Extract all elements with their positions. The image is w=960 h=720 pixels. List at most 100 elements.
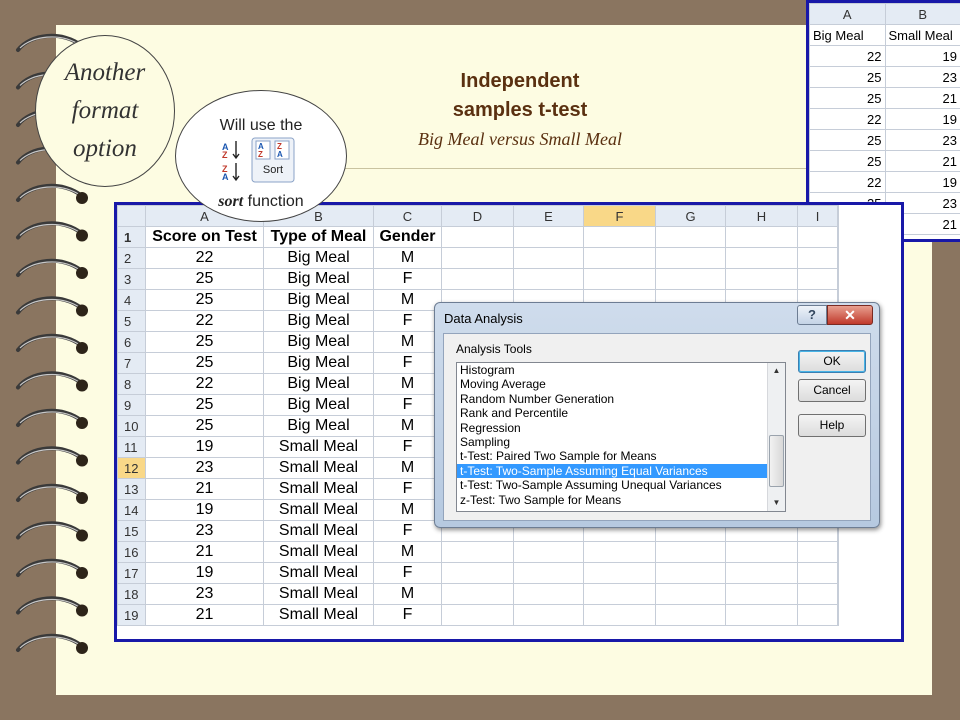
cell[interactable] [655,541,726,563]
cell[interactable] [583,247,656,269]
column-header[interactable]: D [441,205,514,227]
cell[interactable]: Big Meal [263,373,374,395]
row-header[interactable]: 15 [117,520,146,542]
cell[interactable]: Big Meal [263,310,374,332]
cell[interactable]: 25 [145,268,264,290]
cell[interactable] [513,562,584,584]
select-all-corner[interactable] [117,205,146,227]
cell[interactable]: 21 [145,478,264,500]
cell[interactable] [797,541,838,563]
cell[interactable]: 25 [809,87,886,109]
row-header[interactable]: 1 [117,226,146,248]
cell[interactable]: 21 [145,604,264,626]
cell[interactable]: F [373,604,442,626]
cell[interactable]: F [373,394,442,416]
cell[interactable]: 23 [884,66,960,88]
list-item[interactable]: t-Test: Two-Sample Assuming Equal Varian… [457,463,785,479]
column-header[interactable]: C [373,205,442,227]
row-header[interactable]: 19 [117,604,146,626]
list-item[interactable]: Random Number Generation [457,392,785,406]
cell[interactable]: F [373,520,442,542]
row-header[interactable]: 3 [117,268,146,290]
cell[interactable]: Type of Meal [263,226,374,248]
cell[interactable]: 22 [145,247,264,269]
cell[interactable] [513,226,584,248]
cell[interactable] [513,583,584,605]
cell[interactable] [837,562,839,584]
cell[interactable] [441,562,514,584]
cell[interactable] [655,247,726,269]
cell[interactable]: Big Meal [263,247,374,269]
cell[interactable] [725,268,798,290]
list-item[interactable]: t-Test: Paired Two Sample for Means [457,449,785,463]
scroll-thumb[interactable] [769,435,784,487]
cell[interactable]: Big Meal [809,24,886,46]
cell[interactable]: Small Meal [263,562,374,584]
cell[interactable] [441,268,514,290]
cell[interactable] [655,268,726,290]
cell[interactable] [513,247,584,269]
cell[interactable]: M [373,499,442,521]
cell[interactable] [441,247,514,269]
ok-button[interactable]: OK [798,350,866,373]
cell[interactable]: Score on Test [145,226,264,248]
row-header[interactable]: 12 [117,457,146,479]
cell[interactable] [583,562,656,584]
cell[interactable]: M [373,583,442,605]
row-header[interactable]: 7 [117,352,146,374]
cell[interactable]: 22 [145,310,264,332]
cell[interactable] [655,583,726,605]
list-item[interactable]: Moving Average [457,377,785,391]
cell[interactable]: Small Meal [884,24,960,46]
cancel-button[interactable]: Cancel [798,379,866,402]
cell[interactable]: Big Meal [263,352,374,374]
row-header[interactable]: 11 [117,436,146,458]
cell[interactable]: M [373,457,442,479]
cell[interactable]: 25 [809,66,886,88]
cell[interactable] [583,583,656,605]
cell[interactable]: M [373,331,442,353]
row-header[interactable]: 5 [117,310,146,332]
column-header[interactable]: B [884,3,960,25]
cell[interactable]: 21 [884,87,960,109]
cell[interactable]: M [373,415,442,437]
cell[interactable] [655,226,726,248]
cell[interactable] [837,268,839,290]
cell[interactable]: Big Meal [263,415,374,437]
list-item[interactable]: Sampling [457,435,785,449]
close-icon[interactable]: ✕ [827,305,873,325]
column-header[interactable]: F [583,205,656,227]
scroll-down-icon[interactable]: ▼ [768,495,785,511]
cell[interactable] [513,541,584,563]
cell[interactable]: 19 [145,562,264,584]
row-header[interactable]: 4 [117,289,146,311]
column-header[interactable]: E [513,205,584,227]
cell[interactable] [583,541,656,563]
cell[interactable] [441,226,514,248]
row-header[interactable]: 14 [117,499,146,521]
cell[interactable]: 19 [884,171,960,193]
cell[interactable]: Gender [373,226,442,248]
cell[interactable]: Small Meal [263,541,374,563]
list-item[interactable]: Rank and Percentile [457,406,785,420]
cell[interactable]: Small Meal [263,520,374,542]
cell[interactable]: Small Meal [263,499,374,521]
cell[interactable]: 22 [809,108,886,130]
cell[interactable]: M [373,289,442,311]
cell[interactable] [797,604,838,626]
cell[interactable] [837,541,839,563]
cell[interactable]: 23 [145,520,264,542]
cell[interactable] [513,604,584,626]
cell[interactable] [797,583,838,605]
column-header[interactable]: H [725,205,798,227]
list-item[interactable]: t-Test: Two-Sample Assuming Unequal Vari… [457,478,785,492]
row-header[interactable]: 16 [117,541,146,563]
cell[interactable]: Small Meal [263,457,374,479]
cell[interactable]: 22 [145,373,264,395]
cell[interactable] [725,604,798,626]
cell[interactable]: M [373,247,442,269]
row-header[interactable]: 9 [117,394,146,416]
row-header[interactable]: 10 [117,415,146,437]
cell[interactable]: Big Meal [263,289,374,311]
cell[interactable]: 25 [145,352,264,374]
